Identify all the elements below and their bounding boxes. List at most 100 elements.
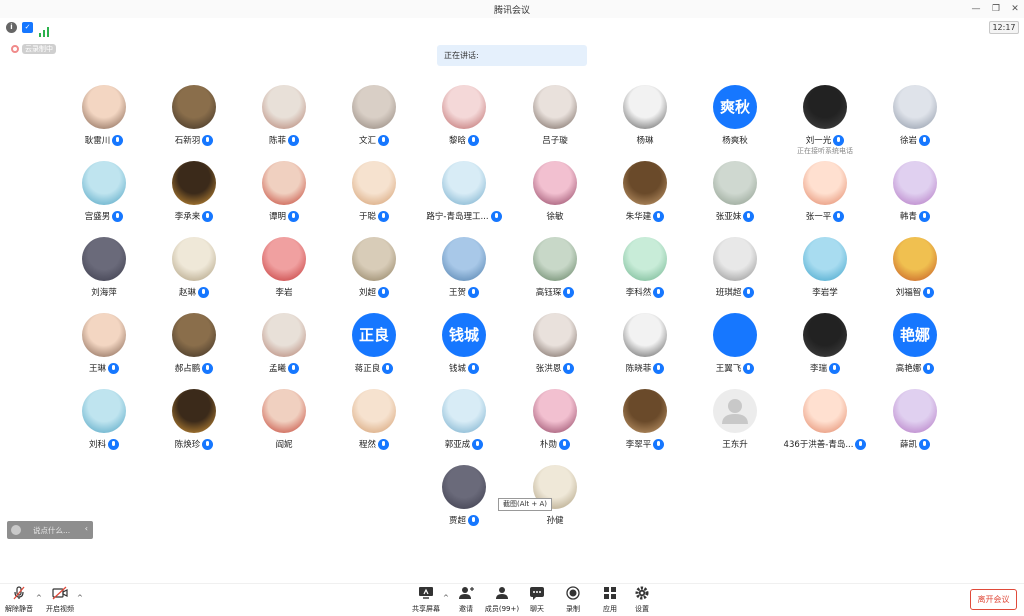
settings-button[interactable]: 设置 bbox=[629, 586, 655, 616]
participant-tile[interactable]: 程然 bbox=[329, 389, 419, 463]
mic-icon bbox=[468, 287, 479, 298]
participant-tile[interactable]: 李科然 bbox=[600, 237, 690, 311]
participant-tile[interactable]: 刘一光 正在接听系统电话 bbox=[780, 85, 870, 159]
participant-tile[interactable]: 薛凯 bbox=[870, 389, 960, 463]
mic-icon bbox=[202, 439, 214, 450]
participant-tile[interactable]: 朱华建 bbox=[600, 161, 690, 235]
participant-tile[interactable]: 韩青 bbox=[870, 161, 960, 235]
participant-tile[interactable]: 张一平 bbox=[780, 161, 870, 235]
avatar-initials: 艳娜 bbox=[893, 313, 937, 357]
participant-tile[interactable]: 陈菲 bbox=[239, 85, 329, 159]
invite-user-icon bbox=[452, 586, 480, 600]
start-video-button[interactable]: 开启视频 bbox=[44, 586, 76, 616]
avatar bbox=[623, 85, 667, 129]
participant-tile[interactable]: 王翼飞 bbox=[690, 313, 780, 387]
participant-name: 郝占鹏 bbox=[149, 362, 239, 374]
participant-tile[interactable]: 李瑞 bbox=[780, 313, 870, 387]
chat-mini-bar[interactable]: 说点什么... ‹ bbox=[7, 521, 93, 539]
participant-name-text: 吕子璇 bbox=[542, 136, 568, 146]
participant-tile[interactable]: 陈晓菲 bbox=[600, 313, 690, 387]
participant-name: 李岩 bbox=[239, 286, 329, 298]
participant-name-text: 孙健 bbox=[546, 516, 564, 526]
participant-tile[interactable]: 徐岩 bbox=[870, 85, 960, 159]
participant-tile[interactable]: 刘科 bbox=[59, 389, 149, 463]
unmute-button[interactable]: 解除静音 bbox=[4, 586, 34, 616]
participant-tile[interactable]: 艳娜 高艳娜 bbox=[870, 313, 960, 387]
participant-name-text: 张洪恩 bbox=[535, 364, 562, 374]
apps-button[interactable]: 应用 bbox=[597, 586, 623, 616]
participant-tile[interactable]: 王东升 bbox=[690, 389, 780, 463]
avatar bbox=[623, 389, 667, 433]
participant-tile[interactable]: 刘超 bbox=[329, 237, 419, 311]
participant-name-text: 436于洪善-青岛... bbox=[783, 440, 854, 450]
participant-tile[interactable]: 郭亚成 bbox=[419, 389, 509, 463]
participant-name: 高钰琛 bbox=[510, 286, 600, 298]
participant-tile[interactable]: 高钰琛 bbox=[510, 237, 600, 311]
share-screen-label: 共享屏幕 bbox=[412, 605, 440, 613]
chat-button[interactable]: 聊天 bbox=[524, 586, 550, 616]
participant-tile[interactable]: 谭明 bbox=[239, 161, 329, 235]
participant-tile[interactable]: 路宁-青岛理工... bbox=[419, 161, 509, 235]
participant-tile[interactable]: 孟曦 bbox=[239, 313, 329, 387]
avatar bbox=[172, 161, 216, 205]
participant-tile[interactable]: 班琪超 bbox=[690, 237, 780, 311]
participant-tile[interactable]: 郝占鹏 bbox=[149, 313, 239, 387]
avatar bbox=[442, 389, 486, 433]
mic-icon bbox=[468, 363, 479, 374]
start-video-label: 开启视频 bbox=[46, 605, 74, 613]
participant-tile[interactable]: 贾超 bbox=[419, 465, 509, 539]
avatar bbox=[172, 313, 216, 357]
participant-name-text: 陈菲 bbox=[268, 136, 286, 146]
avatar-initials: 正良 bbox=[352, 313, 396, 357]
collapse-chevron-icon[interactable]: ‹ bbox=[85, 524, 88, 533]
participant-tile[interactable]: 李岩 bbox=[239, 237, 329, 311]
participant-tile[interactable]: 张洪恩 bbox=[510, 313, 600, 387]
audio-options-caret-icon[interactable]: ^ bbox=[36, 594, 42, 602]
participant-name: 赵琳 bbox=[149, 286, 239, 298]
participant-name: 石新羽 bbox=[149, 134, 239, 146]
participant-tile[interactable]: 杨琳 bbox=[600, 85, 690, 159]
members-button[interactable]: 成员(99+) bbox=[484, 586, 520, 616]
apps-label: 应用 bbox=[603, 605, 617, 613]
participant-tile[interactable]: 徐敏 bbox=[510, 161, 600, 235]
participant-tile[interactable]: 于聪 bbox=[329, 161, 419, 235]
settings-label: 设置 bbox=[635, 605, 649, 613]
participant-name-text: 王琳 bbox=[88, 364, 106, 374]
video-options-caret-icon[interactable]: ^ bbox=[77, 594, 83, 602]
participant-tile[interactable]: 文汇 bbox=[329, 85, 419, 159]
share-options-caret-icon[interactable]: ^ bbox=[443, 594, 449, 602]
participant-tile[interactable]: 李承来 bbox=[149, 161, 239, 235]
participant-tile[interactable]: 耿雷川 bbox=[59, 85, 149, 159]
mic-icon bbox=[563, 287, 575, 298]
chat-label: 聊天 bbox=[530, 605, 544, 613]
participant-name: 杨琳 bbox=[600, 134, 690, 146]
avatar bbox=[442, 465, 486, 509]
participant-tile[interactable]: 黎晗 bbox=[419, 85, 509, 159]
participant-tile[interactable]: 刘福智 bbox=[870, 237, 960, 311]
participant-tile[interactable]: 刘海萍 bbox=[59, 237, 149, 311]
participant-tile[interactable]: 吕子璇 bbox=[510, 85, 600, 159]
record-label: 录制 bbox=[566, 605, 580, 613]
share-screen-button[interactable]: 共享屏幕 bbox=[410, 586, 442, 616]
participant-tile[interactable]: 张亚妹 bbox=[690, 161, 780, 235]
participant-tile[interactable]: 436于洪善-青岛... bbox=[780, 389, 870, 463]
avatar bbox=[713, 161, 757, 205]
participant-tile[interactable]: 朴勋 bbox=[510, 389, 600, 463]
participant-tile[interactable]: 赵琳 bbox=[149, 237, 239, 311]
chat-icon bbox=[524, 586, 550, 600]
participant-tile[interactable]: 宫盛男 bbox=[59, 161, 149, 235]
participant-tile[interactable]: 王琳 bbox=[59, 313, 149, 387]
record-button[interactable]: 录制 bbox=[560, 586, 586, 616]
participant-tile[interactable]: 爽秋 杨爽秋 bbox=[690, 85, 780, 159]
invite-button[interactable]: 邀请 bbox=[452, 586, 480, 616]
participant-tile[interactable]: 陈焕珍 bbox=[149, 389, 239, 463]
participant-tile[interactable]: 正良 蒋正良 bbox=[329, 313, 419, 387]
avatar-initials: 钱城 bbox=[442, 313, 486, 357]
participant-tile[interactable]: 阎妮 bbox=[239, 389, 329, 463]
participant-tile[interactable]: 钱城 钱城 bbox=[419, 313, 509, 387]
participant-tile[interactable]: 王贺 bbox=[419, 237, 509, 311]
participant-tile[interactable]: 李翠平 bbox=[600, 389, 690, 463]
leave-meeting-button[interactable]: 离开会议 bbox=[970, 589, 1017, 610]
participant-tile[interactable]: 石新羽 bbox=[149, 85, 239, 159]
participant-tile[interactable]: 李岩学 bbox=[780, 237, 870, 311]
